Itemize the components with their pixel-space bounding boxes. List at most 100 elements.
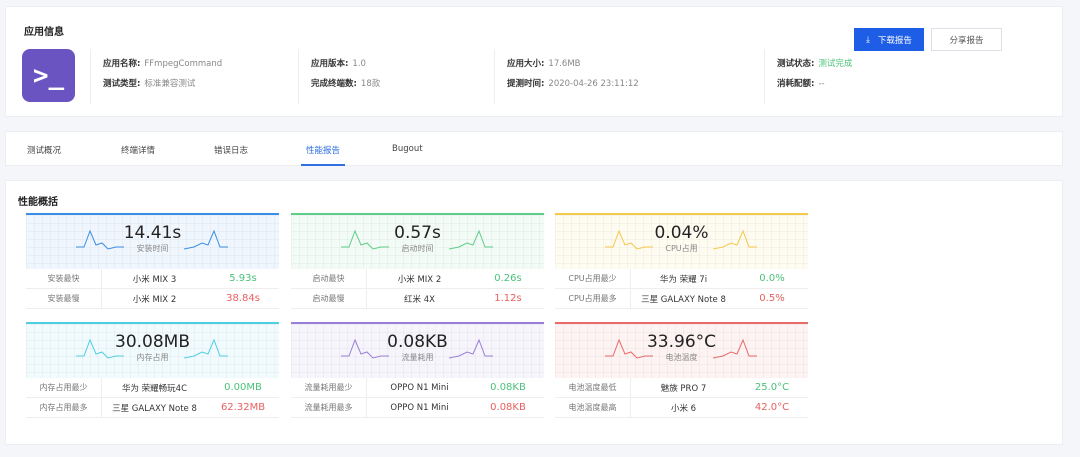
performance-card: 性能概括 14.41s 安装时间 安装最快 小米 MIX 3 5.93s 安装最…	[5, 180, 1063, 445]
row-device: 小米 MIX 2	[132, 294, 177, 305]
metric-row: CPU占用最少 华为 荣耀 7i 0.0%	[555, 269, 808, 289]
row-device: 三星 GALAXY Note 8	[112, 403, 197, 414]
row-value: 0.26s	[494, 273, 522, 284]
metric-value: 30.08MB	[115, 332, 190, 352]
row-label: 启动最慢	[291, 289, 367, 308]
download-report-button[interactable]: ⤓ 下载报告	[854, 28, 924, 51]
row-value: 42.0°C	[754, 402, 790, 413]
field-label: 测试类型:	[103, 79, 141, 89]
test-type: 标准兼容测试	[144, 79, 196, 89]
download-label: 下载报告	[877, 35, 912, 46]
download-icon: ⤓	[866, 34, 870, 45]
tab-device-details[interactable]: 终端详情	[121, 144, 155, 156]
tab-error-log[interactable]: 错误日志	[214, 144, 248, 156]
metric-row: 电池温度最高 小米 6 42.0°C	[555, 398, 808, 418]
metric-row: 内存占用最少 华为 荣耀畅玩4C 0.00MB	[26, 378, 279, 398]
row-value: 1.12s	[494, 293, 522, 304]
pulse-line-icon	[341, 338, 389, 359]
metric-label: 启动时间	[401, 244, 434, 253]
info-col: 应用版本: 1.0 完成终端数: 18款	[298, 49, 494, 104]
metric-card-traffic-usage: 0.08KB 流量耗用 流量耗用最少 OPPO N1 Mini 0.08KB 流…	[291, 322, 544, 418]
row-device: 小米 MIX 2	[397, 274, 442, 285]
pulse-line-icon	[341, 229, 389, 250]
metric-value: 0.57s	[394, 223, 441, 243]
info-col: 测试状态: 测试完成 消耗配额: --	[764, 49, 1044, 104]
tab-performance[interactable]: 性能报告	[301, 144, 346, 166]
metric-row: 流量耗用最多 OPPO N1 Mini 0.08KB	[291, 398, 544, 418]
quota-used: --	[818, 79, 825, 89]
row-value: 38.84s	[226, 293, 260, 304]
app-name: FFmpegCommand	[144, 59, 223, 69]
tab-overview[interactable]: 测试概况	[27, 144, 61, 156]
row-label: 内存占用最少	[26, 378, 102, 397]
metric-header: 0.57s 启动时间	[291, 215, 544, 269]
metric-label: 流量耗用	[401, 353, 434, 362]
performance-title: 性能概括	[18, 197, 58, 208]
metric-value: 0.04%	[654, 223, 709, 243]
row-value: 0.00MB	[224, 382, 262, 393]
tab-bugout[interactable]: Bugout	[392, 144, 423, 154]
app-size: 17.6MB	[548, 59, 581, 69]
row-value: 0.0%	[759, 273, 785, 284]
pulse-line-icon	[449, 229, 493, 250]
app-info-title: 应用信息	[24, 27, 64, 38]
metric-label: 安装时间	[136, 244, 169, 253]
field-label: 消耗配额:	[777, 79, 815, 89]
row-label: 内存占用最多	[26, 398, 102, 417]
metric-card-memory-usage: 30.08MB 内存占用 内存占用最少 华为 荣耀畅玩4C 0.00MB 内存占…	[26, 322, 279, 418]
test-status: 测试完成	[818, 59, 853, 69]
row-value: 0.08KB	[490, 382, 526, 393]
metric-row: CPU占用最多 三星 GALAXY Note 8 0.5%	[555, 289, 808, 309]
row-device: 小米 MIX 3	[132, 274, 177, 285]
row-device: 华为 荣耀畅玩4C	[121, 383, 188, 394]
metric-card-battery-temp: 33.96°C 电池温度 电池温度最低 魅族 PRO 7 25.0°C 电池温度…	[555, 322, 808, 418]
row-value: 25.0°C	[754, 382, 790, 393]
field-label: 完成终端数:	[311, 79, 357, 89]
metric-row: 内存占用最多 三星 GALAXY Note 8 62.32MB	[26, 398, 279, 418]
device-count: 18款	[360, 79, 381, 89]
metric-label: 内存占用	[136, 353, 169, 362]
metric-header: 0.08KB 流量耗用	[291, 324, 544, 378]
row-value: 0.5%	[759, 293, 785, 304]
metric-header: 33.96°C 电池温度	[555, 324, 808, 378]
info-col: 应用名称: FFmpegCommand 测试类型: 标准兼容测试	[90, 49, 298, 104]
metric-value: 0.08KB	[387, 332, 448, 352]
metric-label: 电池温度	[665, 353, 698, 362]
pulse-line-icon	[184, 338, 228, 359]
field-label: 应用大小:	[507, 59, 545, 69]
metric-row: 电池温度最低 魅族 PRO 7 25.0°C	[555, 378, 808, 398]
row-label: 电池温度最低	[555, 378, 631, 397]
metric-header: 0.04% CPU占用	[555, 215, 808, 269]
field-label: 提测时间:	[507, 79, 545, 89]
row-label: 流量耗用最少	[291, 378, 367, 397]
metric-header: 14.41s 安装时间	[26, 215, 279, 269]
share-report-button[interactable]: 分享报告	[931, 28, 1002, 51]
metric-row: 安装最快 小米 MIX 3 5.93s	[26, 269, 279, 289]
submit-time: 2020-04-26 23:11:12	[548, 79, 639, 89]
metric-row: 启动最快 小米 MIX 2 0.26s	[291, 269, 544, 289]
row-device: 华为 荣耀 7i	[659, 274, 708, 285]
pulse-line-icon	[76, 338, 124, 359]
pulse-line-icon	[605, 229, 653, 250]
tab-bar: 测试概况 终端详情 错误日志 性能报告 Bugout	[5, 131, 1063, 166]
pulse-line-icon	[76, 229, 124, 250]
row-label: 启动最快	[291, 269, 367, 288]
metric-card-cpu-usage: 0.04% CPU占用 CPU占用最少 华为 荣耀 7i 0.0% CPU占用最…	[555, 213, 808, 309]
row-value: 62.32MB	[220, 402, 266, 413]
metric-card-launch-time: 0.57s 启动时间 启动最快 小米 MIX 2 0.26s 启动最慢 红米 4…	[291, 213, 544, 309]
row-device: 红米 4X	[404, 294, 435, 305]
app-version: 1.0	[352, 59, 366, 69]
row-label: CPU占用最多	[555, 289, 631, 308]
row-label: 安装最快	[26, 269, 102, 288]
app-info-card: 应用信息 >_ 应用名称: FFmpegCommand 测试类型: 标准兼容测试 应…	[5, 6, 1063, 117]
row-device: 小米 6	[670, 403, 697, 414]
metric-row: 启动最慢 红米 4X 1.12s	[291, 289, 544, 309]
pulse-line-icon	[713, 338, 757, 359]
info-col: 应用大小: 17.6MB 提测时间: 2020-04-26 23:11:12	[494, 49, 764, 104]
pulse-line-icon	[184, 229, 228, 250]
row-label: 安装最慢	[26, 289, 102, 308]
field-label: 应用版本:	[311, 59, 349, 69]
metric-value: 14.41s	[123, 223, 182, 243]
pulse-line-icon	[713, 229, 757, 250]
pulse-line-icon	[449, 338, 493, 359]
